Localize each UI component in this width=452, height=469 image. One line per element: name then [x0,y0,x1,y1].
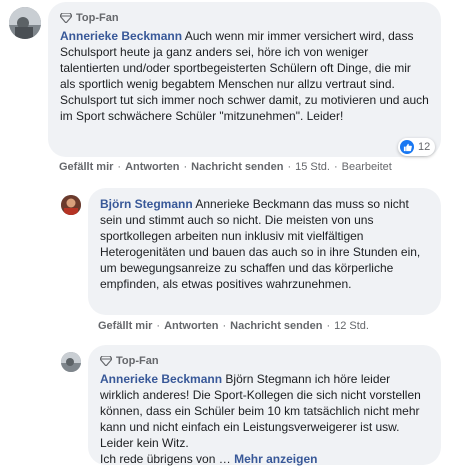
comment-actions: Gefällt mir · Antworten · Nachricht senden · 1… [98,320,369,332]
badge-label: Top-Fan [76,11,119,24]
avatar[interactable] [61,352,81,372]
avatar-photo [61,352,81,372]
comment-body: Auch wenn mir immer versichert wird, das… [60,29,429,123]
comment-text: Björn Stegmann Annerieke Beckmann das mu… [100,196,429,292]
like-button[interactable]: Gefällt mir [59,161,113,173]
timestamp[interactable]: 12 Std. [334,320,369,332]
timestamp[interactable]: 15 Std. [295,161,330,173]
avatar[interactable] [61,195,81,215]
comment-author[interactable]: Björn Stegmann [100,197,193,211]
avatar-photo [9,7,41,39]
edited-label: Bearbeitet [341,161,392,173]
comment-author[interactable]: Annerieke Beckmann [100,372,222,386]
comment-bubble: Top-Fan Annerieke Beckmann Björn Stegman… [88,345,441,467]
show-more-link[interactable]: Mehr anzeigen [234,452,317,466]
comment-author[interactable]: Annerieke Beckmann [60,29,182,43]
comment-text: Annerieke Beckmann Auch wenn mir immer v… [60,28,429,124]
comment-bubble: Björn Stegmann Annerieke Beckmann das mu… [88,188,441,315]
comment-text: Annerieke Beckmann Björn Stegmann ich hö… [100,371,429,467]
reply-button[interactable]: Antworten [125,161,179,173]
top-fan-badge: Top-Fan [100,353,429,368]
send-message-button[interactable]: Nachricht senden [191,161,283,173]
diamond-icon [100,355,112,366]
reaction-count-label: 12 [418,141,431,153]
reply-button[interactable]: Antworten [164,320,218,332]
like-button[interactable]: Gefällt mir [98,320,152,332]
comment-bubble: Top-Fan Annerieke Beckmann Auch wenn mir… [48,2,441,157]
like-icon [400,140,414,154]
avatar-photo [61,195,81,215]
comment-actions: Gefällt mir · Antworten · Nachricht senden · 1… [59,161,392,173]
avatar[interactable] [9,7,41,39]
ellipsis: … [218,452,231,466]
top-fan-badge: Top-Fan [60,10,429,25]
diamond-icon [60,12,72,23]
comment-body: Annerieke Beckmann das muss so nicht sei… [100,197,424,291]
send-message-button[interactable]: Nachricht senden [230,320,322,332]
badge-label: Top-Fan [116,354,159,367]
reaction-count[interactable]: 12 [398,138,436,156]
